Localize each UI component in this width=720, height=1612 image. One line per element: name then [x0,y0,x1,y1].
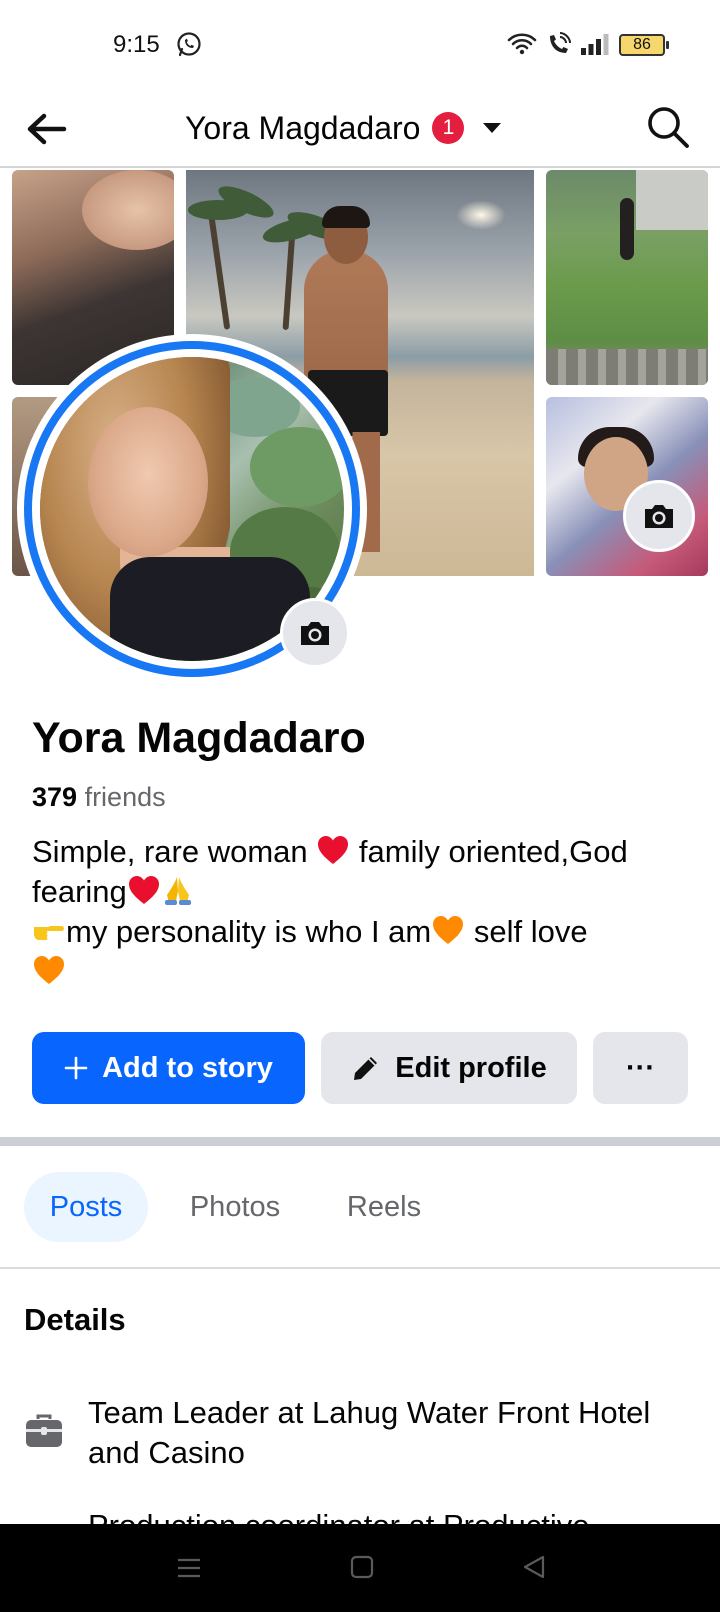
signal-icon [581,34,609,55]
camera-icon [645,505,673,528]
status-bar: 9:15 86 [0,0,720,90]
section-divider [0,1137,720,1146]
tab-photos[interactable]: Photos [170,1172,300,1242]
tabs-divider [0,1267,720,1269]
home-square-icon[interactable] [349,1554,375,1580]
cover-photo-tile [546,397,708,576]
more-options-button[interactable]: ··· [593,1032,688,1104]
add-to-story-button[interactable]: Add to story [32,1032,305,1104]
search-icon[interactable] [645,104,691,150]
orange-heart-emoji-icon [433,916,464,944]
edit-profile-label: Edit profile [395,1051,547,1084]
edit-profile-picture-button[interactable] [280,598,350,668]
details-heading: Details [24,1302,126,1337]
pointing-hand-emoji-icon [34,926,64,940]
caret-down-icon [483,123,502,133]
plus-icon [64,1056,88,1080]
profile-switcher[interactable]: Yora Magdadaro 1 [185,106,502,150]
battery-indicator: 86 [619,34,669,56]
pencil-icon [354,1057,378,1080]
detail-work-text: Team Leader at Lahug Water Front Hotel a… [88,1395,651,1470]
profile-bio: Simple, rare woman family oriented,God f… [32,832,692,992]
back-triangle-icon[interactable] [521,1554,547,1580]
edit-profile-button[interactable]: Edit profile [321,1032,577,1104]
tab-posts[interactable]: Posts [24,1172,148,1242]
briefcase-icon [26,1414,62,1447]
red-heart-emoji-icon [318,836,349,864]
profile-name: Yora Magdadaro [32,714,366,762]
whatsapp-icon [177,32,201,57]
bio-text: self love [465,914,588,949]
friends-number: 379 [32,782,78,812]
orange-heart-emoji-icon [34,956,64,984]
wifi-icon [507,33,537,55]
system-nav-bar [0,1524,720,1612]
more-options-label: ··· [626,1051,655,1084]
add-to-story-label: Add to story [102,1051,273,1084]
back-arrow-icon[interactable] [22,104,72,154]
header-title: Yora Magdadaro [185,109,421,146]
tab-reels[interactable]: Reels [322,1172,446,1242]
wifi-calling-icon [550,32,571,53]
cover-photo-tile [546,170,708,385]
edit-cover-photo-button[interactable] [623,480,695,552]
red-heart-emoji-icon [128,876,159,904]
bio-text: family oriented,God [350,834,628,869]
recents-menu-icon[interactable] [175,1554,203,1582]
notification-badge: 1 [432,112,465,144]
friends-label: friends [77,782,166,812]
status-time: 9:15 [113,31,160,58]
bio-text: fearing [32,874,127,909]
camera-icon [301,622,329,645]
bio-text: my personality is who I am [66,914,432,949]
friends-count[interactable]: 379 friends [32,782,166,813]
app-header: Yora Magdadaro 1 [0,90,720,168]
folded-hands-emoji-icon [164,877,191,905]
bio-text: Simple, rare woman [32,834,317,869]
